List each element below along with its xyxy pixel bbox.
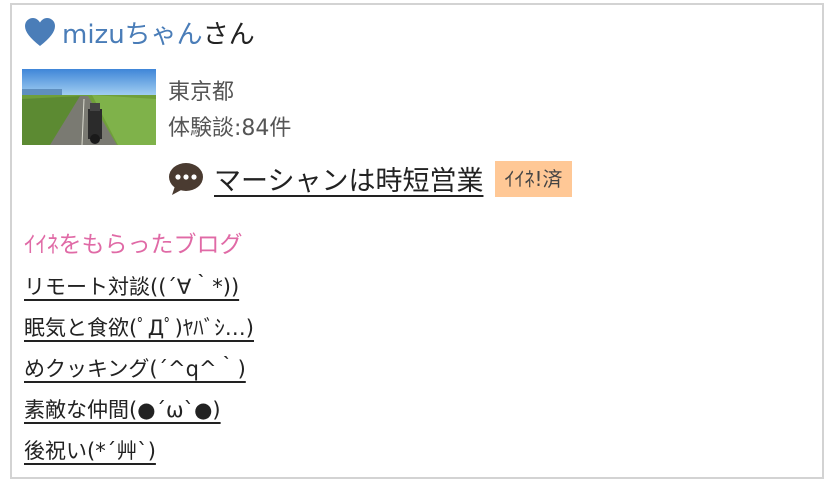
list-item: 眠気と食欲(ﾟДﾟ)ﾔﾊﾞｼ…) [24, 312, 254, 353]
story-count: 体験談:84件 [168, 116, 292, 141]
latest-post-link[interactable]: マーシャンは時短営業 [214, 159, 483, 198]
blog-link[interactable]: 眠気と食欲(ﾟДﾟ)ﾔﾊﾞｼ…) [24, 316, 254, 340]
list-item: 後祝い(*´艸`) [24, 435, 254, 476]
list-item: 素敵な仲間(●´ω`●) [24, 394, 254, 435]
heart-icon [24, 17, 56, 47]
blog-link[interactable]: リモート対談((´∀｀*)) [24, 275, 239, 299]
blog-link[interactable]: めクッキング(´^q^｀) [24, 357, 246, 381]
profile-thumbnail[interactable] [22, 69, 156, 145]
liked-blog-list: リモート対談((´∀｀*)) 眠気と食欲(ﾟДﾟ)ﾔﾊﾞｼ…) めクッキング(´… [24, 271, 254, 476]
liked-blogs-heading: ｲｲﾈをもらったブログ [24, 232, 243, 258]
user-header: mizuちゃん さん [24, 14, 255, 51]
latest-post: マーシャンは時短営業 ｲｲﾈ!済 [168, 159, 572, 198]
speech-bubble-icon [168, 162, 204, 196]
username-link[interactable]: mizuちゃん [62, 14, 203, 51]
profile-meta: 東京都 体験談:84件 [168, 75, 291, 147]
profile-summary: 東京都 体験談:84件 [22, 69, 291, 147]
profile-card: mizuちゃん さん 東京都 体験談:84件 マーシャンは時短営業 ｲｲﾈ!済 … [10, 3, 824, 479]
list-item: めクッキング(´^q^｀) [24, 353, 254, 394]
location-text: 東京都 [168, 80, 235, 105]
blog-link[interactable]: 後祝い(*´艸`) [24, 439, 156, 463]
blog-link[interactable]: 素敵な仲間(●´ω`●) [24, 398, 221, 422]
liked-badge: ｲｲﾈ!済 [495, 160, 572, 197]
honorific: さん [202, 19, 255, 50]
list-item: リモート対談((´∀｀*)) [24, 271, 254, 312]
